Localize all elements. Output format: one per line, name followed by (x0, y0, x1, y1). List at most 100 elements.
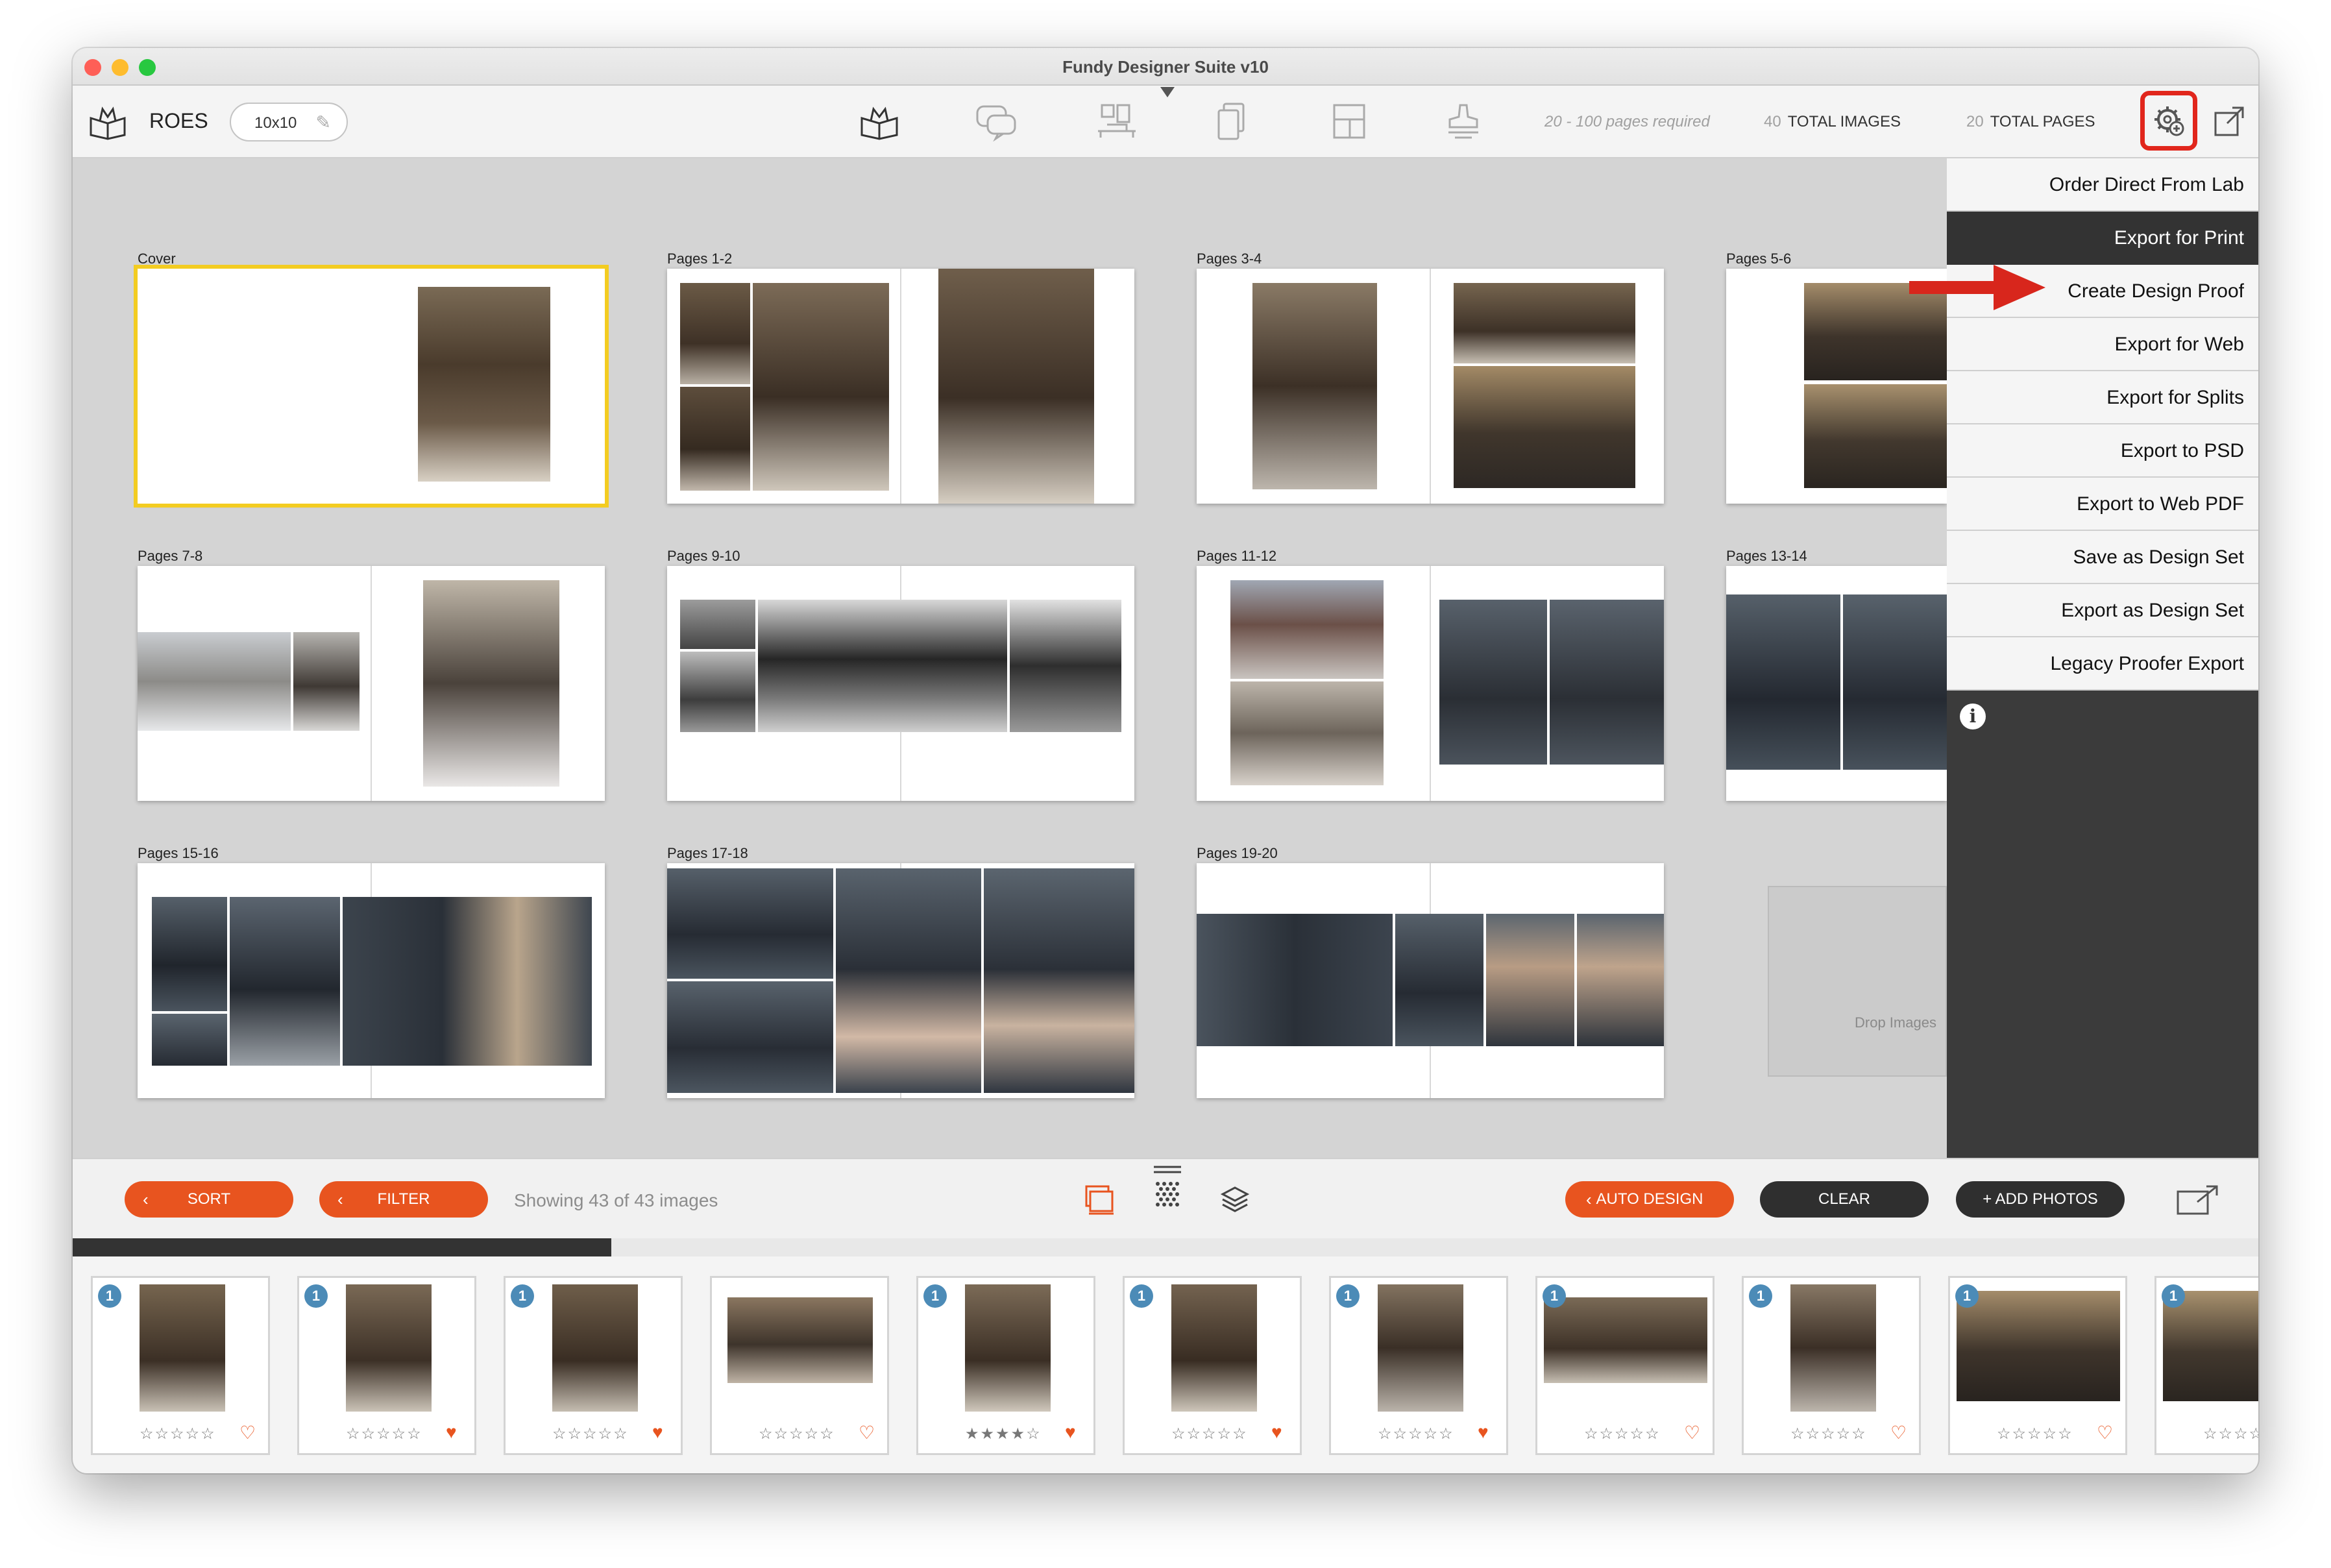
photo-placeholder[interactable] (667, 868, 833, 979)
photo-placeholder[interactable] (230, 897, 340, 1066)
photo-placeholder[interactable] (667, 981, 833, 1093)
filmstrip-scroll-thumb[interactable] (73, 1238, 611, 1256)
heart-icon[interactable]: ♡ (2097, 1422, 2113, 1443)
spread-cover[interactable] (134, 265, 609, 508)
thumbnail-image[interactable] (1171, 1284, 1257, 1412)
star-icon[interactable]: ☆ (1026, 1425, 1042, 1443)
star-icon[interactable]: ☆ (155, 1425, 171, 1443)
star-icon[interactable]: ☆ (376, 1425, 392, 1443)
photo-placeholder[interactable] (1197, 914, 1393, 1046)
star-icon[interactable]: ☆ (552, 1425, 568, 1443)
star-icon[interactable]: ☆ (1837, 1425, 1852, 1443)
photo-placeholder[interactable] (1230, 580, 1384, 679)
menu-item-save-as-design-set[interactable]: Save as Design Set (1947, 531, 2258, 584)
star-icon[interactable]: ☆ (568, 1425, 583, 1443)
photo-placeholder[interactable] (152, 897, 227, 1011)
photo-placeholder[interactable] (343, 897, 592, 1066)
star-icon[interactable]: ☆ (2203, 1425, 2219, 1443)
star-icon[interactable]: ☆ (2219, 1425, 2234, 1443)
filmstrip-thumbnail[interactable]: 1 ☆☆☆☆☆ ♥ (504, 1276, 683, 1455)
star-icon[interactable]: ☆ (392, 1425, 408, 1443)
star-icon[interactable]: ★ (981, 1425, 996, 1443)
star-rating[interactable]: ☆☆☆☆☆ (759, 1425, 835, 1443)
menu-item-order-direct-from-lab[interactable]: Order Direct From Lab (1947, 158, 2258, 212)
star-icon[interactable]: ☆ (140, 1425, 155, 1443)
star-icon[interactable]: ☆ (1171, 1425, 1187, 1443)
star-icon[interactable]: ☆ (1202, 1425, 1217, 1443)
album-size-selector[interactable]: 10x10 ✎ (230, 103, 348, 141)
menu-item-legacy-proofer-export[interactable]: Legacy Proofer Export (1947, 637, 2258, 691)
star-icon[interactable]: ☆ (1630, 1425, 1646, 1443)
menu-item-export-to-web-pdf[interactable]: Export to Web PDF (1947, 478, 2258, 531)
photo-placeholder[interactable] (1804, 384, 1947, 488)
auto-design-button[interactable]: ‹ AUTO DESIGN (1565, 1181, 1734, 1218)
wall-art-tool-icon[interactable] (1094, 101, 1140, 141)
photo-placeholder[interactable] (758, 600, 1007, 732)
spread-pages-11-12[interactable] (1197, 566, 1664, 801)
star-icon[interactable]: ☆ (1615, 1425, 1630, 1443)
add-photos-button[interactable]: + ADD PHOTOS (1956, 1181, 2125, 1218)
filmstrip-thumbnail[interactable]: 1 ☆☆☆☆☆ ♥ (297, 1276, 476, 1455)
cards-tool-icon[interactable] (1210, 101, 1255, 141)
star-icon[interactable]: ★ (1011, 1425, 1027, 1443)
filmstrip-thumbnail[interactable]: 1 ☆☆☆☆☆ ♥ (1329, 1276, 1508, 1455)
star-icon[interactable]: ☆ (2234, 1425, 2249, 1443)
thumbnail-image[interactable] (965, 1284, 1051, 1412)
album-logo-icon[interactable] (88, 104, 127, 140)
star-icon[interactable]: ★ (995, 1425, 1011, 1443)
photo-placeholder[interactable] (138, 632, 291, 731)
heart-icon[interactable]: ♡ (239, 1422, 256, 1443)
photo-placeholder[interactable] (984, 868, 1134, 1093)
photo-placeholder[interactable] (1454, 366, 1635, 488)
roes-label[interactable]: ROES (149, 109, 208, 133)
filmstrip-thumbnail[interactable]: 1☆☆☆☆☆♡ (1535, 1276, 1715, 1455)
filmstrip-thumbnail[interactable]: ☆☆☆☆☆ ♡ (710, 1276, 889, 1455)
star-rating[interactable]: ☆☆☆☆☆ (1790, 1425, 1867, 1443)
heart-icon[interactable]: ♥ (1478, 1422, 1489, 1443)
filmstrip-thumbnail[interactable]: 1☆☆☆☆☆♡ (1742, 1276, 1921, 1455)
spread-pages-13-14[interactable] (1726, 566, 1947, 801)
spread-pages-3-4[interactable] (1197, 269, 1664, 504)
spread-pages-17-18[interactable] (667, 863, 1134, 1098)
star-icon[interactable]: ☆ (1232, 1425, 1248, 1443)
heart-icon[interactable]: ♥ (1271, 1422, 1282, 1443)
star-rating[interactable]: ☆☆☆☆☆ (552, 1425, 629, 1443)
star-icon[interactable]: ☆ (186, 1425, 201, 1443)
stamp-tool-icon[interactable] (1441, 101, 1486, 141)
photo-placeholder[interactable] (1230, 681, 1384, 785)
photo-placeholder[interactable] (1010, 600, 1121, 732)
album-design-tool-icon[interactable] (857, 101, 902, 141)
star-rating[interactable]: ☆☆☆☆☆ (1378, 1425, 1454, 1443)
thumbnail-image[interactable] (552, 1284, 638, 1412)
photo-placeholder[interactable] (753, 283, 889, 491)
star-icon[interactable]: ☆ (1584, 1425, 1600, 1443)
thumbnail-image[interactable] (1378, 1284, 1463, 1412)
filmstrip-scroll-track[interactable] (73, 1238, 2258, 1256)
star-icon[interactable]: ☆ (1408, 1425, 1424, 1443)
menu-item-export-to-psd[interactable]: Export to PSD (1947, 424, 2258, 478)
photo-placeholder[interactable] (1550, 600, 1664, 765)
photo-placeholder[interactable] (1395, 914, 1483, 1046)
drop-images-zone[interactable]: Drop Images (1768, 886, 1947, 1077)
star-icon[interactable]: ☆ (1997, 1425, 2012, 1443)
star-icon[interactable]: ☆ (1645, 1425, 1661, 1443)
star-rating[interactable]: ☆☆☆☆☆ (1584, 1425, 1661, 1443)
star-icon[interactable]: ☆ (361, 1425, 377, 1443)
star-icon[interactable]: ☆ (1439, 1425, 1454, 1443)
star-icon[interactable]: ☆ (1790, 1425, 1806, 1443)
heart-icon[interactable]: ♥ (652, 1422, 663, 1443)
photo-placeholder[interactable] (1252, 283, 1377, 489)
star-icon[interactable]: ☆ (820, 1425, 835, 1443)
layout-tool-icon[interactable] (1326, 101, 1372, 141)
photo-placeholder[interactable] (836, 868, 981, 1093)
star-icon[interactable]: ☆ (613, 1425, 629, 1443)
spread-pages-9-10[interactable] (667, 566, 1134, 801)
star-rating[interactable]: ☆☆☆☆☆ (346, 1425, 422, 1443)
proofer-chat-tool-icon[interactable] (973, 101, 1019, 141)
spread-pages-15-16[interactable] (138, 863, 605, 1098)
photo-placeholder[interactable] (938, 269, 1094, 504)
expand-filmstrip-icon[interactable] (2175, 1182, 2221, 1218)
menu-item-export-for-web[interactable]: Export for Web (1947, 318, 2258, 371)
filmstrip-thumbnail[interactable]: 1 ☆☆☆☆☆ ♥ (1123, 1276, 1302, 1455)
clear-button[interactable]: CLEAR (1760, 1181, 1929, 1218)
